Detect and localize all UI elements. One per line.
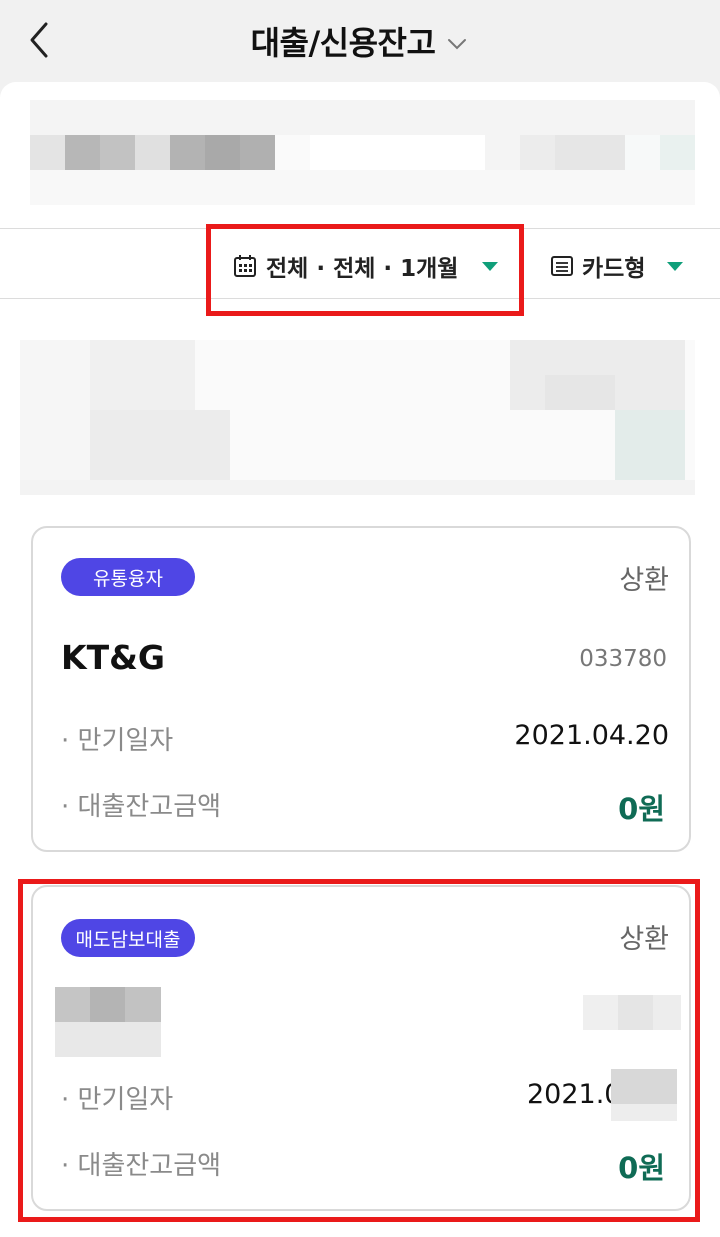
chevron-down-icon [448,39,467,50]
account-info-pixelated [30,100,695,205]
highlight-card-box [18,879,700,1222]
loan-card[interactable]: 유통융자 상환 KT&G 033780 · 만기일자 2021.04.20 · … [31,526,691,852]
stock-name: KT&G [61,638,165,677]
status-label: 상환 [619,565,669,596]
list-icon [551,256,573,276]
balance-value: 0원 [618,792,665,826]
highlight-filter-box [206,224,524,316]
stock-code: 033780 [579,646,667,672]
caret-down-icon [667,261,684,271]
due-date-value: 2021.04.20 [514,720,669,751]
view-mode-button[interactable]: 카드형 [550,246,684,286]
title-dropdown[interactable]: 대출/신용잔고 [0,0,720,82]
due-date-label: · 만기일자 [61,726,174,756]
balance-label: · 대출잔고금액 [61,792,222,822]
view-mode-label: 카드형 [582,256,646,282]
page-title: 대출/신용잔고 [250,24,436,62]
summary-pixelated [20,340,695,495]
loan-type-badge: 유통융자 [61,558,195,596]
